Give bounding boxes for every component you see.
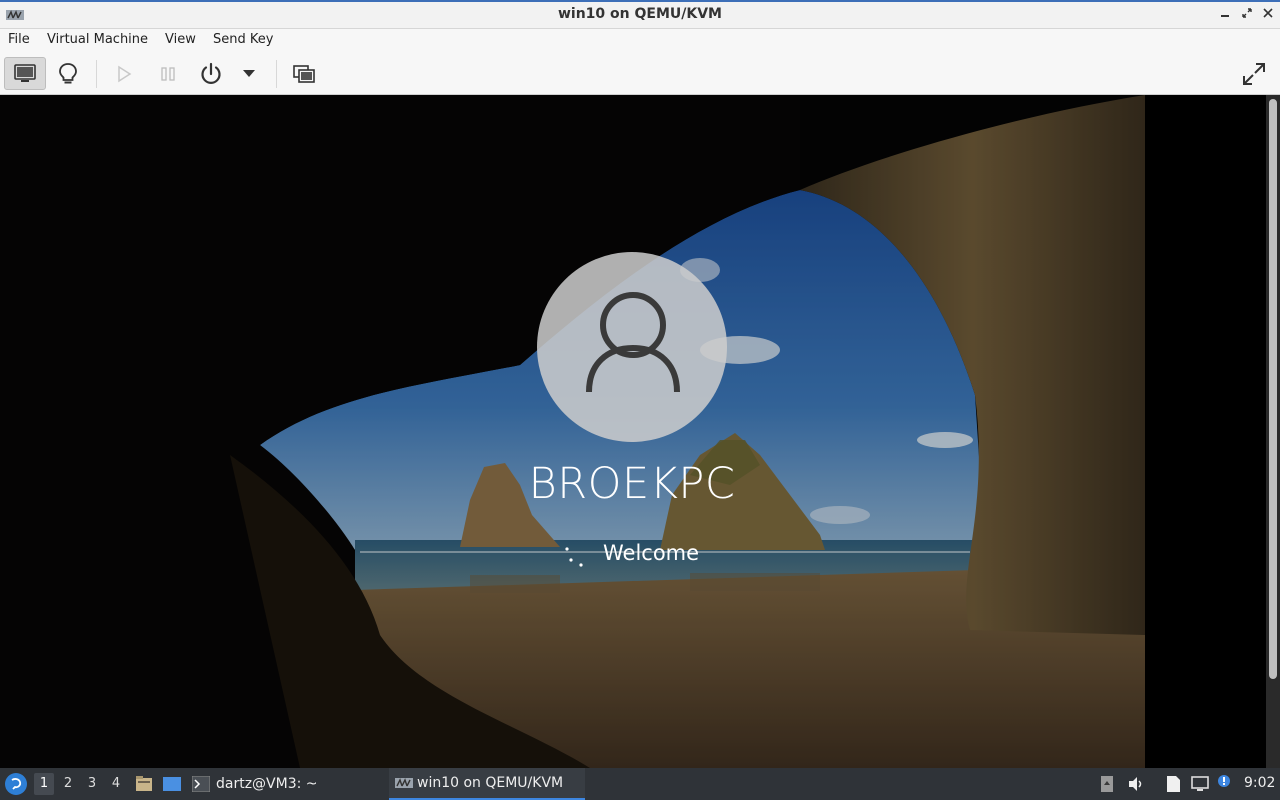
guest-status-text: Welcome xyxy=(603,541,700,565)
virt-manager-icon xyxy=(395,778,413,788)
workspace-3[interactable]: 3 xyxy=(82,773,102,795)
terminal-icon xyxy=(192,776,210,792)
taskbar: 1 2 3 4 dartz@VM3: ~ win10 on QEMU/KVM 9… xyxy=(0,768,1280,800)
file-manager-icon[interactable] xyxy=(134,774,154,794)
user-avatar xyxy=(537,252,727,442)
guest-username: BROEKPC xyxy=(528,459,736,509)
run-button[interactable] xyxy=(103,57,145,90)
pause-button[interactable] xyxy=(147,57,189,90)
task-virt-manager[interactable]: win10 on QEMU/KVM xyxy=(389,768,585,800)
snapshots-icon xyxy=(293,64,315,83)
network-icon[interactable] xyxy=(1191,775,1209,793)
vertical-scrollbar[interactable] xyxy=(1266,95,1280,768)
window-titlebar[interactable]: win10 on QEMU/KVM xyxy=(0,0,1280,29)
restore-icon[interactable] xyxy=(1237,5,1257,25)
taskbar-clock[interactable]: 9:02 xyxy=(1244,775,1275,791)
volume-icon[interactable] xyxy=(1127,775,1145,793)
workspace-4[interactable]: 4 xyxy=(106,773,126,795)
monitor-icon xyxy=(14,63,36,82)
toolbar xyxy=(0,52,1280,95)
snapshots-button[interactable] xyxy=(283,57,325,90)
close-icon[interactable] xyxy=(1258,5,1278,25)
task-virt-manager-label: win10 on QEMU/KVM xyxy=(417,775,564,791)
notification-icon[interactable] xyxy=(1215,772,1233,790)
toolbar-separator xyxy=(96,60,97,88)
pause-icon xyxy=(161,66,175,81)
lightbulb-icon xyxy=(59,62,77,83)
chevron-down-icon xyxy=(243,69,255,77)
window-title: win10 on QEMU/KVM xyxy=(557,6,722,22)
menu-view[interactable]: View xyxy=(163,32,198,47)
clipboard-icon[interactable] xyxy=(1098,775,1116,793)
loading-spinner-icon xyxy=(565,547,583,567)
fullscreen-icon xyxy=(1243,62,1265,85)
menu-virtual-machine[interactable]: Virtual Machine xyxy=(45,32,150,47)
play-icon xyxy=(118,65,132,82)
task-terminal[interactable]: dartz@VM3: ~ xyxy=(192,768,382,800)
show-desktop-icon[interactable] xyxy=(162,774,182,794)
menu-send-key[interactable]: Send Key xyxy=(211,32,275,47)
details-view-button[interactable] xyxy=(47,57,89,90)
menu-file[interactable]: File xyxy=(6,32,32,47)
user-icon xyxy=(586,292,680,393)
workspace-1[interactable]: 1 xyxy=(34,773,54,795)
minimize-icon[interactable] xyxy=(1215,5,1235,25)
shutdown-button[interactable] xyxy=(190,57,232,90)
task-terminal-label: dartz@VM3: ~ xyxy=(216,776,318,792)
power-icon xyxy=(201,62,221,84)
toolbar-separator xyxy=(276,60,277,88)
start-menu-button[interactable] xyxy=(5,773,27,795)
scrollbar-thumb[interactable] xyxy=(1269,99,1277,679)
notes-icon[interactable] xyxy=(1164,775,1182,793)
shutdown-menu-button[interactable] xyxy=(229,57,269,90)
fullscreen-button[interactable] xyxy=(1233,57,1275,90)
distro-logo-icon xyxy=(11,778,22,790)
console-view-button[interactable] xyxy=(4,57,46,90)
vm-console-display[interactable]: BROEKPC Welcome xyxy=(0,95,1266,768)
workspace-2[interactable]: 2 xyxy=(58,773,78,795)
menu-bar: File Virtual Machine View Send Key xyxy=(0,29,1280,52)
